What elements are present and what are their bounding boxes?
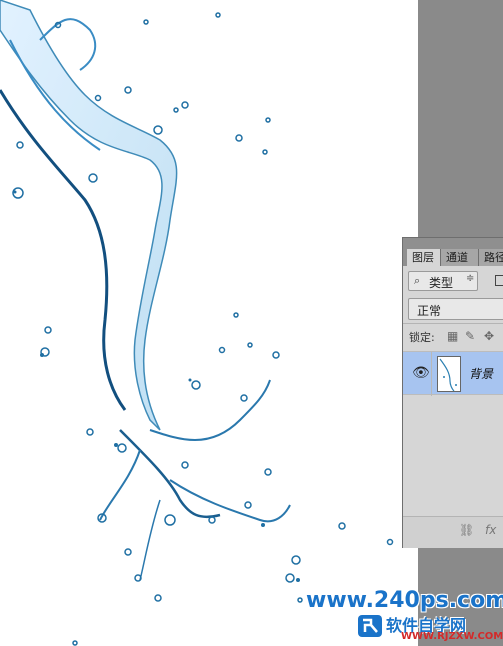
tab-layers[interactable]: 图层	[407, 249, 441, 266]
lock-transparent-icon[interactable]: ▦	[447, 329, 458, 343]
tab-channels[interactable]: 通道	[441, 249, 479, 266]
layer-name[interactable]: 背景	[469, 365, 493, 382]
blend-mode-label: 正常	[417, 304, 442, 318]
link-icon[interactable]: ⛓	[459, 523, 474, 537]
watermark-site: WWW.RJZXW.COM	[401, 631, 503, 642]
panel-divider	[403, 323, 503, 324]
fx-icon[interactable]: fx	[485, 523, 496, 537]
lock-row: 锁定: ▦ ✎ ✥	[403, 326, 503, 348]
panel-tab-bar: 图层 通道 路径	[403, 238, 503, 266]
document-canvas[interactable]	[0, 0, 418, 646]
lock-brush-icon[interactable]: ✎	[465, 329, 475, 343]
watermark-logo-icon	[358, 615, 382, 637]
filter-kind-label: 类型	[429, 276, 454, 290]
blend-mode-select[interactable]: 正常	[408, 298, 503, 320]
lock-label: 锁定:	[409, 331, 435, 344]
filter-kind-select[interactable]: ⌕ 类型 ≑	[408, 271, 478, 291]
water-splash-artwork	[0, 0, 394, 646]
image-filter-icon[interactable]	[495, 275, 503, 286]
select-arrows-icon: ≑	[466, 273, 475, 284]
lock-move-icon[interactable]: ✥	[484, 329, 494, 343]
watermark-domain: www.240ps.com	[306, 588, 503, 613]
search-icon: ⌕	[414, 274, 421, 287]
layer-filter-row: ⌕ 类型 ≑	[408, 271, 503, 293]
eye-icon[interactable]: 👁	[412, 365, 430, 381]
tab-paths[interactable]: 路径	[479, 249, 503, 266]
layer-row-background[interactable]: 👁 背景	[403, 351, 503, 396]
layer-thumbnail	[437, 356, 461, 392]
eye-separator	[431, 352, 432, 396]
panel-footer: ⛓ fx	[403, 516, 503, 548]
layers-panel: 图层 通道 路径 ⌕ 类型 ≑ 正常 锁定: ▦ ✎ ✥ 👁 背景 ⛓	[402, 237, 503, 548]
